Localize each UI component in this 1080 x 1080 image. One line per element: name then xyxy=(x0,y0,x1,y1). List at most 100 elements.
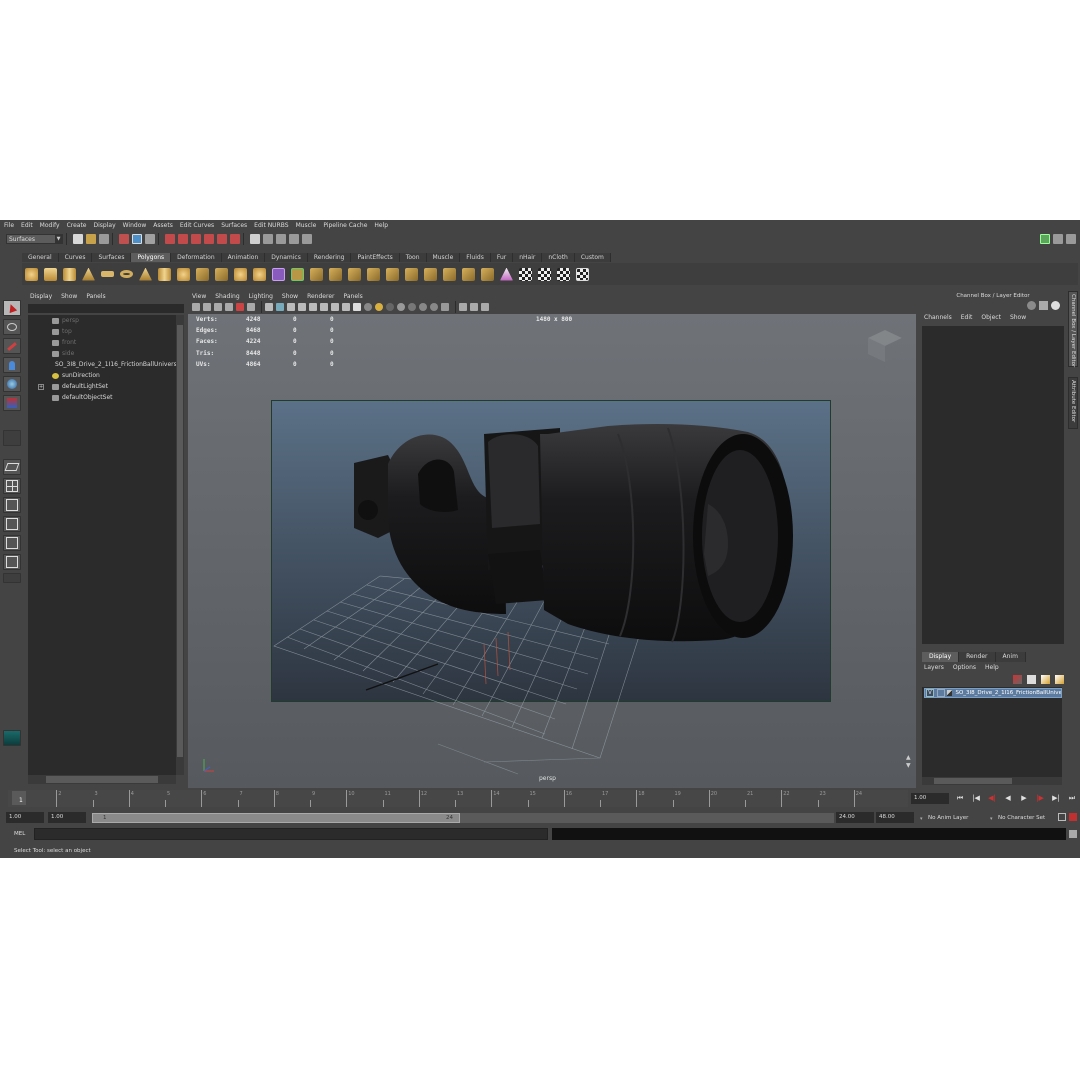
shelf-tab-ncloth[interactable]: nCloth xyxy=(542,253,575,262)
layout-persp-graph-icon[interactable] xyxy=(3,516,21,532)
render-settings-icon[interactable] xyxy=(289,234,299,244)
layer-menu-options[interactable]: Options xyxy=(953,664,976,671)
play-backwards-icon[interactable]: ◀ xyxy=(1002,793,1014,804)
new-scene-icon[interactable] xyxy=(73,234,83,244)
menu-edit-nurbs[interactable]: Edit NURBS xyxy=(254,222,288,229)
poly-torus-icon[interactable] xyxy=(120,270,133,278)
separate-icon[interactable] xyxy=(215,267,228,281)
smooth-icon[interactable] xyxy=(272,267,285,281)
show-tool-settings-icon[interactable] xyxy=(1066,234,1076,244)
image-plane-icon[interactable] xyxy=(225,303,233,311)
mirror-geometry-icon[interactable] xyxy=(310,267,323,281)
select-tool-icon[interactable] xyxy=(3,300,21,316)
layout-hypershade-icon[interactable] xyxy=(3,535,21,551)
hud-icon[interactable] xyxy=(353,303,361,311)
snap-point-icon[interactable] xyxy=(191,234,201,244)
render-current-icon[interactable] xyxy=(263,234,273,244)
bridge-icon[interactable] xyxy=(348,267,361,281)
side-tab-attribute-editor[interactable]: Attribute Editor xyxy=(1068,377,1078,429)
ambient-occlusion-icon[interactable] xyxy=(364,303,372,311)
menu-pipeline-cache[interactable]: Pipeline Cache xyxy=(323,222,367,229)
combine-icon[interactable] xyxy=(196,267,209,281)
outliner-item-mesh[interactable]: SO_3I8_Drive_2_1I16_FrictionBallUnivers xyxy=(28,359,177,370)
tab-anim-layers[interactable]: Anim xyxy=(995,652,1026,662)
new-empty-layer-icon[interactable] xyxy=(1013,675,1022,684)
insert-edge-loop-icon[interactable] xyxy=(405,267,418,281)
poly-helix-icon[interactable] xyxy=(177,267,190,281)
layer-menu-help[interactable]: Help xyxy=(985,664,999,671)
search-icon[interactable] xyxy=(1027,301,1036,310)
channel-box-menu-channels[interactable]: Channels xyxy=(924,314,952,321)
command-input-field[interactable] xyxy=(34,828,548,840)
current-frame-marker[interactable]: 1 xyxy=(12,791,26,805)
layer-display-type-toggle[interactable] xyxy=(936,689,945,697)
outliner-item-front[interactable]: front xyxy=(28,337,176,348)
poly-cylinder-icon[interactable] xyxy=(63,267,76,281)
step-forward-key-icon[interactable]: ▶| xyxy=(1050,793,1062,804)
shadows-icon[interactable] xyxy=(342,303,350,311)
grid-icon[interactable] xyxy=(236,303,244,311)
layout-more-icon[interactable] xyxy=(3,573,21,583)
animation-start-field[interactable]: 1.00 xyxy=(6,812,44,823)
poly-sphere-icon[interactable] xyxy=(25,267,38,281)
outliner-horizontal-scrollbar[interactable] xyxy=(28,775,176,784)
outliner-menu-display[interactable]: Display xyxy=(30,293,52,300)
layout-persp-outliner-icon[interactable] xyxy=(3,497,21,513)
save-scene-icon[interactable] xyxy=(99,234,109,244)
play-forwards-icon[interactable]: ▶ xyxy=(1018,793,1030,804)
tab-display-layers[interactable]: Display xyxy=(922,652,960,662)
last-tool-icon[interactable] xyxy=(3,430,21,446)
shelf-tab-surfaces[interactable]: Surfaces xyxy=(92,253,132,262)
isolate-select-icon[interactable] xyxy=(441,303,449,311)
menu-help[interactable]: Help xyxy=(374,222,388,229)
make-live-icon[interactable] xyxy=(217,234,227,244)
range-slider[interactable]: 1 24 xyxy=(92,813,834,823)
tab-render-layers[interactable]: Render xyxy=(959,652,996,662)
shelf-tab-fluids[interactable]: Fluids xyxy=(460,253,491,262)
lasso-tool-icon[interactable] xyxy=(3,319,21,335)
ipr-render-icon[interactable] xyxy=(276,234,286,244)
pin-icon[interactable] xyxy=(1039,301,1048,310)
antialias-icon[interactable] xyxy=(397,303,405,311)
layout-single-perspective-icon[interactable] xyxy=(3,459,21,475)
camera-attributes-icon[interactable] xyxy=(203,303,211,311)
planar-mapping-icon[interactable] xyxy=(500,267,513,281)
cylindrical-mapping-icon[interactable] xyxy=(519,267,532,281)
outliner-item-top[interactable]: top xyxy=(28,326,176,337)
viewport-menu-show[interactable]: Show xyxy=(282,293,298,300)
layer-visibility-toggle[interactable]: V xyxy=(926,689,934,697)
character-set-select[interactable]: ▾ No Character Set xyxy=(990,813,1062,823)
poly-pyramid-icon[interactable] xyxy=(139,267,152,281)
3d-viewport[interactable]: Verts: 4248 0 0 Edges: 8468 0 0 Faces: 4224 0 0 T… xyxy=(188,314,916,788)
paint-select-tool-icon[interactable] xyxy=(3,338,21,354)
history-icon[interactable] xyxy=(230,234,240,244)
viewport-menu-view[interactable]: View xyxy=(192,293,206,300)
snap-view-plane-icon[interactable] xyxy=(204,234,214,244)
shelf-tab-polygons[interactable]: Polygons xyxy=(131,253,172,262)
go-to-end-icon[interactable]: ⏭ xyxy=(1066,793,1078,804)
depth-of-field-icon[interactable] xyxy=(408,303,416,311)
expand-icon[interactable]: + xyxy=(38,383,44,390)
poly-cube-icon[interactable] xyxy=(44,267,57,281)
outliner-item-side[interactable]: side xyxy=(28,348,176,359)
menu-display[interactable]: Display xyxy=(94,222,116,229)
animation-end-field[interactable]: 48.00 xyxy=(876,812,914,823)
viewport-menu-panels[interactable]: Panels xyxy=(343,293,362,300)
playback-end-field[interactable]: 24.00 xyxy=(836,812,874,823)
channel-box-menu-edit[interactable]: Edit xyxy=(961,314,973,321)
outliner-item-persp[interactable]: persp xyxy=(28,315,176,326)
scroll-down-icon[interactable]: ▼ xyxy=(906,762,914,770)
viewport-menu-lighting[interactable]: Lighting xyxy=(249,293,273,300)
menu-edit[interactable]: Edit xyxy=(21,222,33,229)
script-editor-icon[interactable] xyxy=(1069,830,1077,838)
outliner-filter-field[interactable] xyxy=(28,304,184,313)
viewport-menu-renderer[interactable]: Renderer xyxy=(307,293,334,300)
menu-assets[interactable]: Assets xyxy=(153,222,173,229)
shelf-tab-deformation[interactable]: Deformation xyxy=(171,253,222,262)
bookmarks-icon[interactable] xyxy=(214,303,222,311)
menu-modify[interactable]: Modify xyxy=(40,222,60,229)
reduce-icon[interactable] xyxy=(291,267,304,281)
layout-outliner-persp-icon[interactable] xyxy=(3,554,21,570)
scrollbar-thumb[interactable] xyxy=(934,778,1012,784)
channel-box-menu-show[interactable]: Show xyxy=(1010,314,1026,321)
